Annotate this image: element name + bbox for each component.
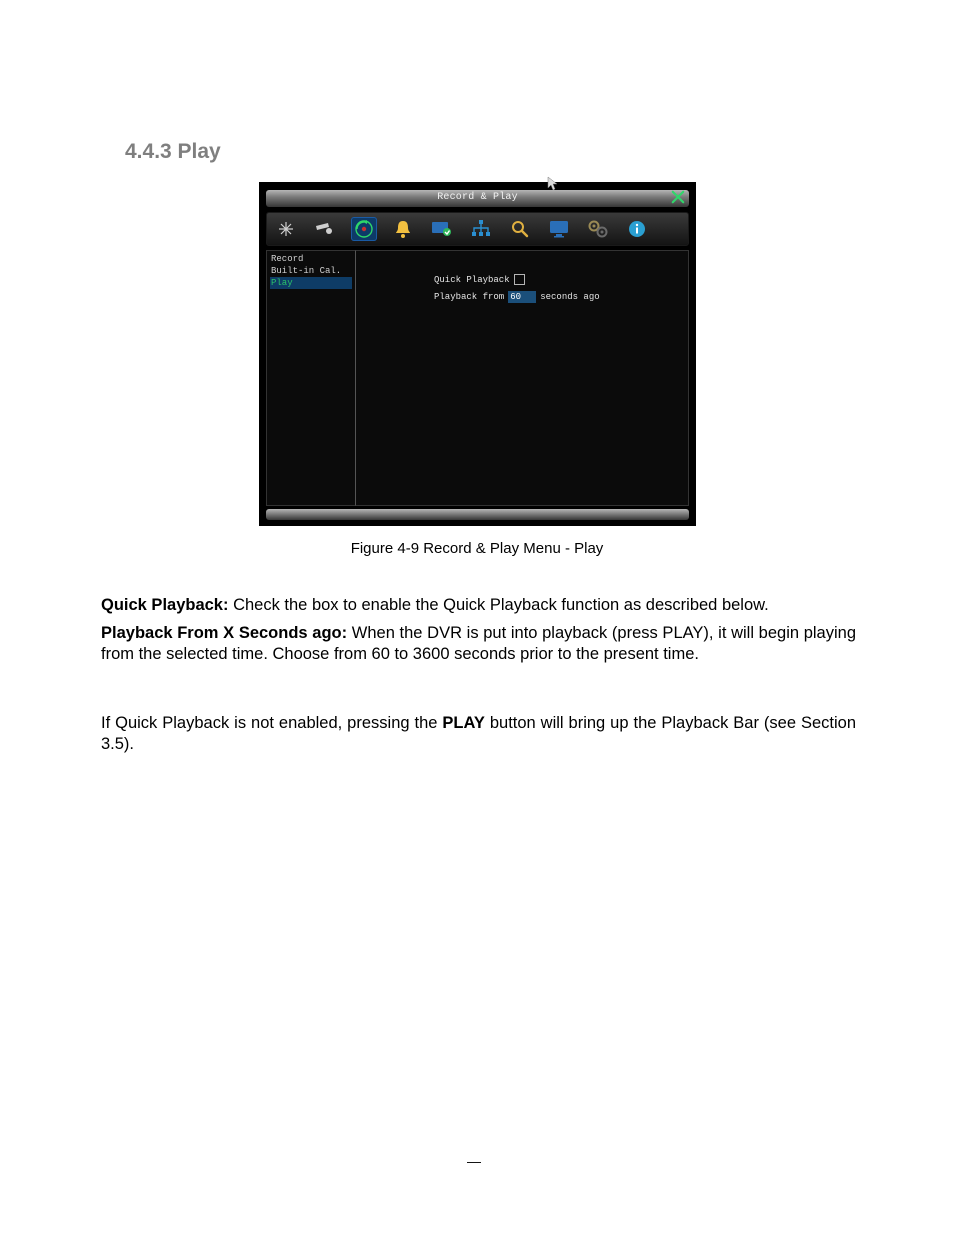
monitor-check-icon[interactable] xyxy=(429,217,455,241)
sidebar-item-builtin-cal[interactable]: Built-in Cal. xyxy=(270,265,352,277)
figure-caption: Figure 4-9 Record & Play Menu - Play xyxy=(0,540,954,557)
window-title: Record & Play xyxy=(266,192,689,203)
text: Check the box to enable the Quick Playba… xyxy=(228,596,768,614)
bold-label: Quick Playback: xyxy=(101,596,228,614)
page-footer-mark: — xyxy=(0,1153,954,1169)
sidebar-item-record[interactable]: Record xyxy=(270,253,352,265)
close-icon[interactable] xyxy=(670,190,686,206)
network-icon[interactable] xyxy=(468,217,494,241)
camera-icon[interactable] xyxy=(312,217,338,241)
search-icon[interactable] xyxy=(507,217,533,241)
sidebar-item-play[interactable]: Play xyxy=(270,277,352,289)
playback-seconds-input[interactable]: 60 xyxy=(508,291,536,303)
bold-play: PLAY xyxy=(442,714,485,732)
playback-from-suffix: seconds ago xyxy=(540,292,599,302)
title-bar: Record & Play xyxy=(266,190,689,207)
info-icon[interactable] xyxy=(624,217,650,241)
gear-icon[interactable] xyxy=(585,217,611,241)
display-icon[interactable] xyxy=(546,217,572,241)
playback-from-prefix: Playback from xyxy=(434,292,504,302)
sidebar: Record Built-in Cal. Play xyxy=(266,250,356,506)
section-heading: 4.4.3 Play xyxy=(125,140,221,164)
record-play-icon[interactable] xyxy=(351,217,377,241)
quick-playback-label: Quick Playback xyxy=(434,275,510,285)
quick-playback-checkbox[interactable] xyxy=(514,274,525,285)
paragraph-not-enabled: If Quick Playback is not enabled, pressi… xyxy=(101,713,856,756)
paragraph-playback-from: Playback From X Seconds ago: When the DV… xyxy=(101,623,856,666)
toolbar xyxy=(266,212,689,246)
bottom-bar xyxy=(266,509,689,520)
record-play-window: Record & Play Record Built-in Cal. Play xyxy=(259,182,696,526)
sparkle-icon[interactable] xyxy=(273,217,299,241)
content-panel: Quick Playback Playback from 60 seconds … xyxy=(356,250,689,506)
bold-label: Playback From X Seconds ago: xyxy=(101,624,347,642)
bell-icon[interactable] xyxy=(390,217,416,241)
text: If Quick Playback is not enabled, pressi… xyxy=(101,714,442,732)
paragraph-quick-playback: Quick Playback: Check the box to enable … xyxy=(101,595,856,616)
